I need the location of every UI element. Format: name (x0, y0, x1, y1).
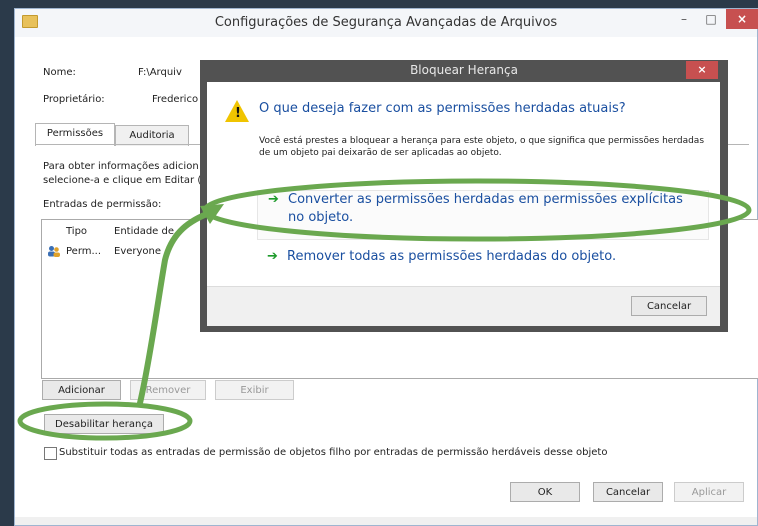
disable-inheritance-button[interactable]: Desabilitar herança (44, 414, 164, 434)
green-arrow-icon: ➔ (268, 192, 279, 207)
ok-button[interactable]: OK (510, 482, 580, 502)
bottom-strip (15, 517, 757, 525)
remove-permissions-option[interactable]: ➔ Remover todas as permissões herdadas d… (257, 248, 707, 272)
maximize-button[interactable]: □ (698, 9, 724, 29)
apply-button[interactable]: Aplicar (674, 482, 744, 502)
tab-audit[interactable]: Auditoria (115, 125, 189, 146)
block-inheritance-dialog: Bloquear Herança × ! O que deseja fazer … (200, 60, 728, 332)
view-button[interactable]: Exibir (215, 380, 294, 400)
convert-option-label: Converter as permissões herdadas em perm… (288, 192, 683, 225)
name-label: Nome: (43, 67, 76, 78)
warning-exclamation-icon: ! (235, 106, 241, 121)
green-arrow-icon: ➔ (267, 249, 278, 264)
title-bar: Configurações de Segurança Avançadas de … (15, 9, 758, 37)
owner-label: Proprietário: (43, 94, 105, 105)
column-header-type[interactable]: Tipo (66, 226, 87, 237)
dialog-heading: O que deseja fazer com as permissões her… (259, 101, 626, 116)
name-value: F:\Arquiv (138, 67, 182, 78)
dialog-cancel-button[interactable]: Cancelar (631, 296, 707, 316)
info-text-line1: Para obter informações adicion (43, 161, 199, 172)
replace-child-permissions-checkbox[interactable] (44, 447, 57, 460)
table-row[interactable]: Perm... Everyone (42, 244, 202, 260)
entries-label: Entradas de permissão: (43, 199, 162, 210)
remove-option-label: Remover todas as permissões herdadas do … (287, 249, 617, 264)
row-type: Perm... (66, 246, 102, 257)
row-entity: Everyone (114, 246, 162, 257)
dialog-close-button[interactable]: × (686, 61, 718, 79)
close-button[interactable]: × (726, 9, 758, 29)
replace-child-permissions-label: Substituir todas as entradas de permissã… (59, 447, 608, 458)
remove-button[interactable]: Remover (130, 380, 206, 400)
window-title: Configurações de Segurança Avançadas de … (214, 15, 558, 30)
dialog-description: Você está prestes a bloquear a herança p… (259, 136, 705, 158)
users-icon (48, 246, 60, 257)
minimize-button[interactable]: – (671, 9, 697, 29)
convert-permissions-option[interactable]: ➔ Converter as permissões herdadas em pe… (257, 190, 709, 240)
owner-value: Frederico (152, 94, 199, 105)
cancel-button[interactable]: Cancelar (593, 482, 663, 502)
tab-permissions[interactable]: Permissões (35, 123, 115, 146)
dialog-body: ! O que deseja fazer com as permissões h… (207, 82, 720, 326)
dialog-title: Bloquear Herança (410, 63, 518, 77)
column-header-entity[interactable]: Entidade de (114, 226, 174, 237)
dialog-footer: Cancelar (207, 286, 720, 326)
info-text-line2: selecione-a e clique em Editar ( (43, 175, 202, 186)
add-button[interactable]: Adicionar (42, 380, 121, 400)
